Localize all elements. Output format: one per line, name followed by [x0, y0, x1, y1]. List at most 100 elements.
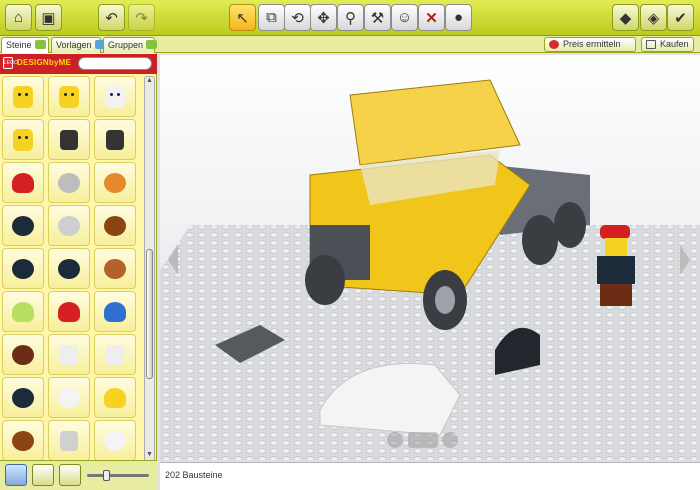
brick-count: 202 Bausteine: [165, 470, 223, 480]
home-icon[interactable]: ⌂: [5, 4, 32, 31]
tab-steine[interactable]: Steine: [1, 37, 49, 53]
lego-logo: LEGO: [3, 57, 18, 69]
minifig-torso: [597, 256, 635, 284]
minifig-legs: [600, 284, 632, 306]
helmet-piece-icon: [12, 215, 34, 236]
face-piece-icon: [13, 128, 33, 151]
face-piece-icon: [13, 85, 33, 108]
hair-piece-icon: [104, 172, 126, 193]
palette-item-face[interactable]: [48, 76, 90, 117]
brand-title: DESIGNbyME: [17, 58, 72, 67]
decoration-icon[interactable]: [59, 464, 81, 486]
palette-scrollbar[interactable]: ▲ ▼: [144, 76, 155, 462]
truck-wheel: [305, 255, 345, 305]
palette-item-helmet[interactable]: [48, 248, 90, 289]
select-cursor-icon[interactable]: ↖: [229, 4, 256, 31]
hammer-delete-icon[interactable]: ⚒: [364, 4, 391, 31]
palette-item-cap[interactable]: [2, 291, 44, 332]
palette-item-hand[interactable]: [48, 119, 90, 160]
palette-item-helmet[interactable]: [48, 377, 90, 418]
hair-piece-icon: [104, 258, 126, 279]
brick-view-icon[interactable]: [5, 464, 27, 486]
scroll-thumb[interactable]: [146, 249, 153, 379]
palette-item-hair[interactable]: [94, 162, 136, 203]
hand-piece-icon: [60, 129, 78, 150]
palette-item-face[interactable]: [94, 76, 136, 117]
scroll-up-icon[interactable]: ▲: [145, 77, 154, 87]
cap-piece-icon: [12, 301, 34, 322]
redo-icon[interactable]: ↷: [128, 4, 155, 31]
helmet-piece-icon: [58, 172, 80, 193]
paint-bucket-icon[interactable]: ⚲: [337, 4, 364, 31]
palette-item-hand[interactable]: [94, 334, 136, 375]
color-palette-icon[interactable]: [32, 464, 54, 486]
helmet-piece-icon: [12, 387, 34, 408]
brick-icon: [34, 40, 46, 49]
glasses-piece-icon: [60, 344, 78, 365]
truck-wheel: [522, 215, 558, 265]
zoom-slider[interactable]: [87, 470, 149, 481]
group-icon: [146, 40, 158, 49]
minifig-cap: [600, 225, 630, 239]
undo-icon[interactable]: ↶: [98, 4, 125, 31]
palette-item-helmet[interactable]: [94, 420, 136, 461]
palette-item-cap[interactable]: [94, 291, 136, 332]
palette-item-hand[interactable]: [94, 119, 136, 160]
palette-item-helmet[interactable]: [48, 205, 90, 246]
cap-piece-icon: [58, 301, 80, 322]
build-mode-icon[interactable]: ◆: [612, 4, 639, 31]
view-mode-icon[interactable]: ◈: [640, 4, 667, 31]
camera-control-icon[interactable]: [387, 432, 458, 448]
palette-item-cap[interactable]: [2, 162, 44, 203]
price-button[interactable]: Preis ermitteln: [544, 37, 636, 52]
helmet-piece-icon: [12, 258, 34, 279]
palette-item-beard[interactable]: [2, 334, 44, 375]
status-bar: 202 Bausteine: [160, 462, 700, 490]
helmet-piece-icon: [58, 387, 80, 408]
helmet-piece-icon: [104, 430, 126, 451]
palette-item-helmet[interactable]: [2, 205, 44, 246]
minifig-head: [605, 238, 627, 256]
zoom-knob[interactable]: [103, 470, 110, 481]
hand-piece-icon: [106, 344, 124, 365]
palette-item-hand[interactable]: [48, 420, 90, 461]
palette-item-cap[interactable]: [48, 291, 90, 332]
brick-palette: Steine Vorlagen Gruppen LEGO DESIGNbyME …: [0, 36, 158, 490]
save-icon[interactable]: ▣: [35, 4, 62, 31]
build-canvas[interactable]: [160, 55, 700, 460]
palette-item-hair[interactable]: [2, 420, 44, 461]
hinge-tool-icon[interactable]: ⟲: [284, 4, 311, 31]
hand-piece-icon: [106, 129, 124, 150]
search-input[interactable]: [78, 57, 152, 70]
tab-gruppen[interactable]: Gruppen: [103, 37, 158, 53]
face-piece-icon: [105, 85, 125, 108]
cap-piece-icon: [104, 387, 126, 408]
tab-vorlagen[interactable]: Vorlagen: [51, 37, 106, 53]
clone-brick-icon[interactable]: ⧉: [258, 4, 285, 31]
palette-item-helmet[interactable]: [2, 248, 44, 289]
palette-item-hair[interactable]: [94, 205, 136, 246]
building-guide-icon[interactable]: ✔: [667, 4, 694, 31]
brand-bar: LEGO DESIGNbyME: [0, 54, 157, 74]
palette-item-helmet[interactable]: [48, 162, 90, 203]
palette-item-glasses[interactable]: [48, 334, 90, 375]
delete-x-icon[interactable]: ✕: [418, 4, 445, 31]
shop-bar: Preis ermitteln Kaufen: [157, 36, 700, 53]
main-toolbar: ⌂ ▣ ↶ ↷ ↖ ⧉ ⟲ ✥ ⚲ ⚒ ☺ ✕ ● ◆ ◈ ✔: [0, 0, 700, 36]
helmet-piece-icon: [58, 258, 80, 279]
cap-piece-icon: [12, 172, 34, 193]
palette-item-face[interactable]: [2, 119, 44, 160]
palette-item-face[interactable]: [2, 76, 44, 117]
flex-tool-icon[interactable]: ✥: [310, 4, 337, 31]
palette-tabs: Steine Vorlagen Gruppen: [0, 36, 158, 53]
buy-button[interactable]: Kaufen: [641, 37, 694, 52]
palette-item-hair[interactable]: [94, 248, 136, 289]
minifig-face-icon[interactable]: ☺: [391, 4, 418, 31]
helmet-piece-icon: [58, 215, 80, 236]
palette-item-cap[interactable]: [94, 377, 136, 418]
palette-grid: [2, 76, 142, 462]
cart-icon: [646, 40, 656, 49]
hand-piece-icon: [60, 430, 78, 451]
paint-brush-icon[interactable]: ●: [445, 4, 472, 31]
palette-item-helmet[interactable]: [2, 377, 44, 418]
